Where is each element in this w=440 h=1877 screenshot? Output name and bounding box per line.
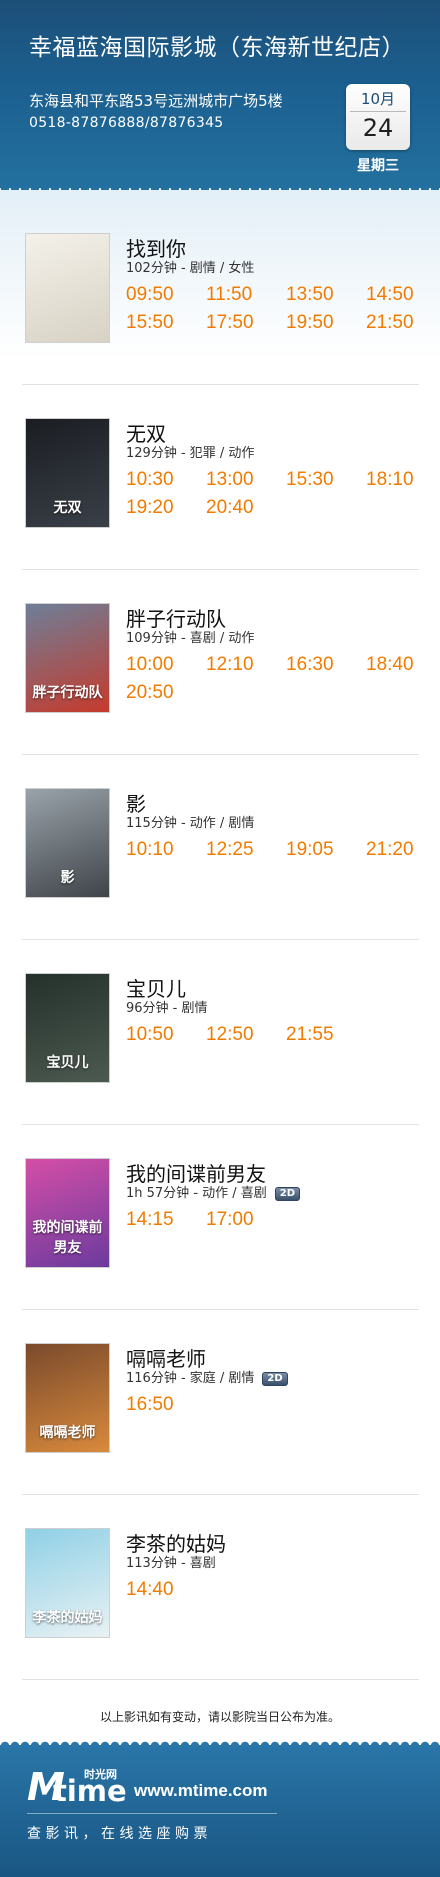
footer-slogan: 查影讯，在线选座购票: [27, 1826, 212, 1842]
movie-poster[interactable]: 胖子行动队: [25, 603, 110, 713]
showtime[interactable]: 21:55: [286, 1024, 334, 1046]
showtime[interactable]: 19:05: [286, 839, 334, 861]
showtime[interactable]: 13:50: [286, 284, 334, 306]
movie-duration-genre: 115分钟 - 动作 / 剧情: [126, 816, 255, 831]
movie-duration-genre: 109分钟 - 喜剧 / 动作: [126, 631, 255, 646]
movie-divider: [22, 1679, 419, 1680]
showtime[interactable]: 10:50: [126, 1024, 174, 1046]
showtime[interactable]: 20:50: [126, 682, 174, 704]
movie-item[interactable]: 胖子行动队 胖子行动队 109分钟 - 喜剧 / 动作 10:00 12:10 16:30…: [22, 603, 418, 787]
showtime[interactable]: 17:00: [206, 1209, 254, 1231]
poster-title: 李茶的姑妈: [32, 1610, 103, 1626]
showtime[interactable]: 10:00: [126, 654, 174, 676]
poster-title: 宝贝儿: [46, 1055, 89, 1071]
movie-item[interactable]: 影影 115分钟 - 动作 / 剧情 10:10 12:25 19:05 21:20: [22, 788, 418, 972]
header: 幸福蓝海国际影城（东海新世纪店） 东海县和平东路53号远洲城市广场5楼 0518…: [0, 0, 440, 188]
calendar-divider: [350, 111, 406, 112]
movie-divider: [22, 384, 419, 385]
showtime[interactable]: 12:25: [206, 839, 254, 861]
poster-title: 我的间谍前男友: [32, 1220, 103, 1256]
movie-meta: 96分钟 - 剧情: [126, 997, 208, 1016]
movie-item[interactable]: 找到你 102分钟 - 剧情 / 女性 09:50 11:50 13:50 14:50 15…: [22, 233, 418, 417]
date-calendar: 10月 24: [346, 84, 410, 150]
showtime[interactable]: 19:50: [286, 312, 334, 334]
movie-divider: [22, 1124, 419, 1125]
format-badge: 2D: [274, 1187, 301, 1201]
showtime[interactable]: 20:40: [206, 497, 254, 519]
showtime[interactable]: 13:00: [206, 469, 254, 491]
movie-item[interactable]: 嗝嗝老师 嗝嗝老师 116分钟 - 家庭 / 剧情 2D 16:50: [22, 1343, 418, 1527]
movie-item[interactable]: 宝贝儿 宝贝儿 96分钟 - 剧情 10:50 12:50 21:55: [22, 973, 418, 1157]
movie-item[interactable]: 无双 无双 129分钟 - 犯罪 / 动作 10:30 13:00 15:30 18:10 1…: [22, 418, 418, 602]
movie-item[interactable]: 我的间谍前男友 我的间谍前男友 1h 57分钟 - 动作 / 喜剧 2D 14:15 17…: [22, 1158, 418, 1342]
movie-duration-genre: 116分钟 - 家庭 / 剧情: [126, 1371, 255, 1386]
movie-meta: 109分钟 - 喜剧 / 动作: [126, 627, 254, 646]
showtime[interactable]: 18:10: [366, 469, 414, 491]
schedule-note: 以上影讯如有变动，请以影院当日公布为准。: [99, 1710, 340, 1724]
format-badge: 2D: [262, 1372, 288, 1386]
movie-poster[interactable]: 李茶的姑妈: [25, 1528, 110, 1638]
showtime[interactable]: 12:10: [206, 654, 254, 676]
mtime-logo[interactable]: M time 时光网 www.mtime.com: [27, 1765, 307, 1809]
showtime[interactable]: 18:40: [366, 654, 414, 676]
date-month: 10月: [360, 90, 396, 108]
showtime[interactable]: 16:50: [126, 1394, 174, 1416]
movie-divider: [22, 1494, 419, 1495]
movie-meta: 102分钟 - 剧情 / 女性: [126, 257, 254, 276]
movie-duration-genre: 1h 57分钟 - 动作 / 喜剧: [126, 1186, 267, 1201]
site-url[interactable]: www.mtime.com: [134, 1781, 268, 1801]
showtime[interactable]: 10:10: [126, 839, 174, 861]
showtime[interactable]: 12:50: [206, 1024, 254, 1046]
movie-poster[interactable]: 无双: [25, 418, 110, 528]
cinema-phone: 0518-87876888/87876345: [29, 115, 224, 131]
movie-meta: 1h 57分钟 - 动作 / 喜剧 2D: [126, 1182, 301, 1201]
showtime[interactable]: 17:50: [206, 312, 254, 334]
showtime[interactable]: 21:20: [366, 839, 414, 861]
movie-meta: 113分钟 - 喜剧: [126, 1552, 216, 1571]
cinema-address: 东海县和平东路53号远洲城市广场5楼: [29, 92, 283, 110]
movie-meta: 116分钟 - 家庭 / 剧情 2D: [126, 1367, 288, 1386]
showtime[interactable]: 21:50: [366, 312, 414, 334]
showtime[interactable]: 15:50: [126, 312, 174, 334]
showtime[interactable]: 15:30: [286, 469, 334, 491]
poster-title: 胖子行动队: [32, 685, 103, 701]
movie-duration-genre: 129分钟 - 犯罪 / 动作: [126, 446, 255, 461]
poster-title: 影: [60, 870, 75, 886]
footer: M time 时光网 www.mtime.com 查影讯，在线选座购票: [0, 1740, 440, 1877]
movie-poster[interactable]: 嗝嗝老师: [25, 1343, 110, 1453]
footer-divider: [27, 1813, 277, 1814]
movie-poster[interactable]: [25, 233, 110, 343]
showtime[interactable]: 14:50: [366, 284, 414, 306]
logo-chinese: 时光网: [84, 1768, 117, 1781]
movie-poster[interactable]: 我的间谍前男友: [25, 1158, 110, 1268]
movie-duration-genre: 102分钟 - 剧情 / 女性: [126, 261, 255, 276]
poster-title: 无双: [53, 500, 82, 516]
movie-divider: [22, 939, 419, 940]
movie-duration-genre: 96分钟 - 剧情: [126, 1001, 208, 1016]
poster-title: 嗝嗝老师: [39, 1425, 96, 1441]
movie-divider: [22, 1309, 419, 1310]
date-weekday: 星期三: [357, 158, 399, 174]
movie-duration-genre: 113分钟 - 喜剧: [126, 1556, 216, 1571]
showtime[interactable]: 11:50: [206, 284, 252, 306]
showtime[interactable]: 10:30: [126, 469, 174, 491]
movie-divider: [22, 754, 419, 755]
showtime[interactable]: 14:15: [126, 1209, 174, 1231]
movie-poster[interactable]: 影: [25, 788, 110, 898]
movie-divider: [22, 569, 419, 570]
date-day: 24: [362, 114, 394, 142]
footer-scallop-edge: [0, 1740, 440, 1746]
cinema-name: 幸福蓝海国际影城（东海新世纪店）: [29, 35, 405, 61]
movie-poster[interactable]: 宝贝儿: [25, 973, 110, 1083]
movie-meta: 129分钟 - 犯罪 / 动作: [126, 442, 254, 461]
showtime[interactable]: 16:30: [286, 654, 334, 676]
showtime[interactable]: 19:20: [126, 497, 174, 519]
showtime[interactable]: 14:40: [126, 1579, 174, 1601]
movie-meta: 115分钟 - 动作 / 剧情: [126, 812, 254, 831]
showtime[interactable]: 09:50: [126, 284, 174, 306]
movie-item[interactable]: 李茶的姑妈 李茶的姑妈 113分钟 - 喜剧 14:40: [22, 1528, 418, 1712]
